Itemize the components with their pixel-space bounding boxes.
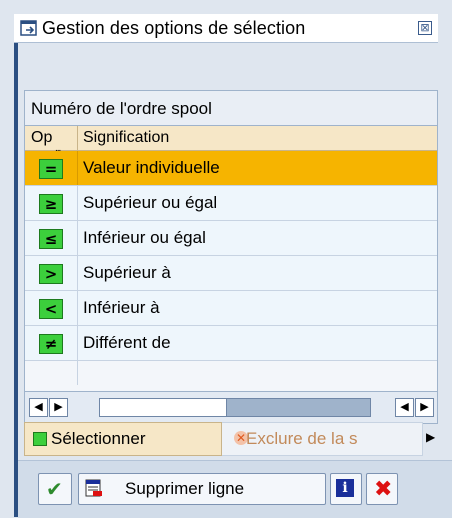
option-label: Différent de: [83, 333, 171, 352]
option-cell: <: [25, 291, 78, 325]
options-panel: Numéro de l'ordre spool Op ... Significa…: [24, 90, 438, 424]
column-header-option[interactable]: Op ...: [25, 126, 78, 154]
option-label: Supérieur à: [83, 263, 171, 282]
dialog-title: Gestion des options de sélection: [42, 18, 306, 38]
column-header-option-label: Op: [31, 129, 53, 146]
bottom-toolbar: ✔ Supprimer ligne i ✖: [18, 460, 452, 518]
close-icon[interactable]: ⊠: [418, 21, 432, 35]
scroll-left-button[interactable]: ◀: [29, 398, 48, 417]
not-equal-icon[interactable]: ≠: [39, 334, 63, 354]
option-cell: >: [25, 256, 78, 290]
title-bar: Gestion des options de sélection ⊠: [14, 14, 452, 43]
horizontal-scrollbar: ◀ ▶ ◀ ▶: [25, 391, 437, 423]
tab-select-label: Sélectionner: [51, 429, 146, 448]
delete-row-icon: [85, 479, 102, 497]
option-cell: ≤: [25, 221, 78, 255]
scroll-right-button[interactable]: ▶: [49, 398, 68, 417]
tab-exclude[interactable]: ✕ Exclure de la s: [222, 422, 423, 456]
option-row-greater[interactable]: > Supérieur à: [25, 256, 437, 291]
options-list: = Valeur individuelle ≥ Supérieur ou éga…: [25, 151, 437, 385]
option-cell: [25, 361, 78, 385]
greater-equal-icon[interactable]: ≥: [39, 194, 63, 214]
equals-icon[interactable]: =: [39, 159, 63, 179]
cancel-button[interactable]: ✖: [366, 473, 398, 505]
less-equal-icon[interactable]: ≤: [39, 229, 63, 249]
option-row-equal[interactable]: = Valeur individuelle: [25, 151, 437, 186]
tab-strip: Sélectionner ✕ Exclure de la s ▶: [24, 422, 442, 456]
option-cell: ≥: [25, 186, 78, 220]
select-include-icon: [33, 432, 47, 446]
window-edit-icon: [20, 20, 37, 36]
window-accent-bar: [14, 14, 18, 517]
option-row-greater-equal[interactable]: ≥ Supérieur ou égal: [25, 186, 437, 221]
scroll-track[interactable]: [99, 398, 371, 417]
tab-scroll-right-icon[interactable]: ▶: [426, 430, 435, 444]
info-button[interactable]: i: [330, 473, 362, 505]
option-label: Supérieur ou égal: [83, 193, 218, 212]
option-row-less[interactable]: < Inférieur à: [25, 291, 437, 326]
delete-row-label: Supprimer ligne: [125, 479, 245, 498]
option-row-less-equal[interactable]: ≤ Inférieur ou égal: [25, 221, 437, 256]
cancel-icon: ✖: [374, 476, 393, 501]
empty-row: [25, 361, 437, 385]
tab-select[interactable]: Sélectionner: [24, 422, 222, 456]
option-cell: ≠: [25, 326, 78, 360]
panel-title: Numéro de l'ordre spool: [31, 99, 212, 118]
option-row-not-equal[interactable]: ≠ Différent de: [25, 326, 437, 361]
panel-title-bar: Numéro de l'ordre spool: [25, 91, 437, 126]
option-label: Inférieur ou égal: [83, 228, 206, 247]
scroll-left-button-right[interactable]: ◀: [395, 398, 414, 417]
greater-icon[interactable]: >: [39, 264, 63, 284]
option-cell: =: [25, 151, 78, 185]
scroll-right-button-right[interactable]: ▶: [415, 398, 434, 417]
info-icon: i: [336, 479, 354, 497]
delete-row-button[interactable]: Supprimer ligne: [78, 473, 326, 505]
tab-exclude-label: Exclure de la s: [246, 429, 358, 448]
confirm-button[interactable]: ✔: [38, 473, 72, 505]
option-label: Valeur individuelle: [83, 158, 220, 177]
option-label: Inférieur à: [83, 298, 160, 317]
table-header: Op ... Signification: [25, 126, 437, 154]
less-icon[interactable]: <: [39, 299, 63, 319]
column-header-meaning[interactable]: Signification: [83, 129, 169, 147]
scroll-thumb[interactable]: [100, 399, 227, 416]
selection-options-dialog: Gestion des options de sélection ⊠ Numér…: [0, 0, 452, 518]
checkmark-icon: ✔: [46, 479, 63, 501]
